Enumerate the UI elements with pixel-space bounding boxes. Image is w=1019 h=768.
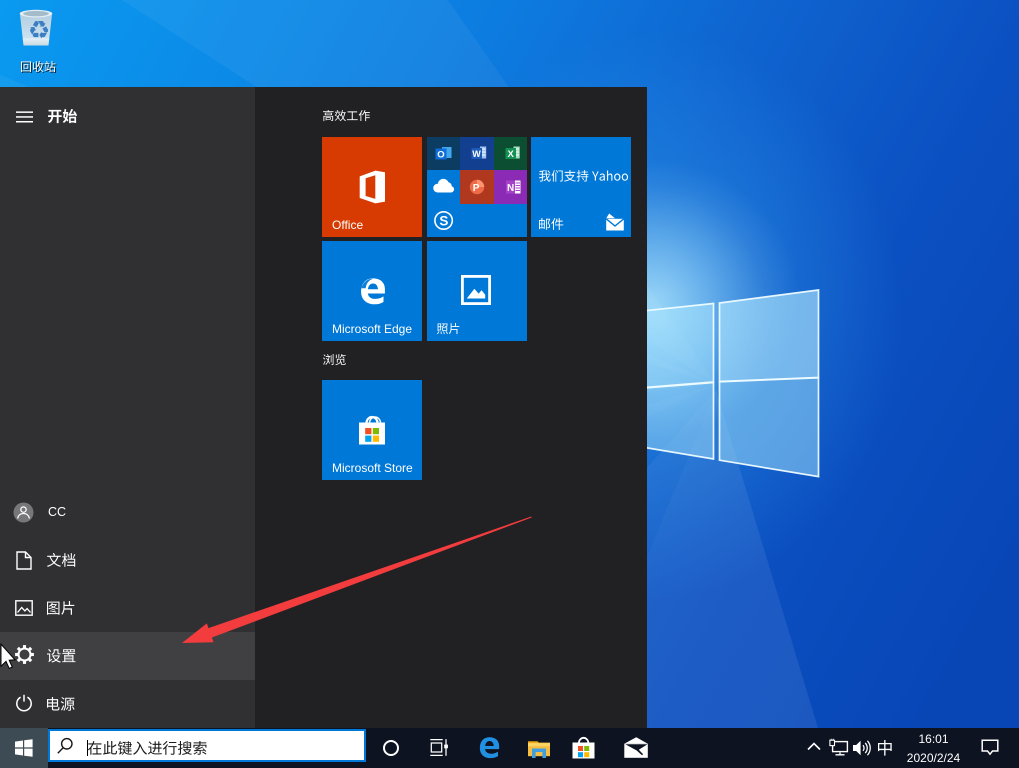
svg-text:P: P bbox=[473, 183, 480, 194]
svg-text:W: W bbox=[472, 149, 481, 159]
svg-text:N: N bbox=[507, 183, 514, 194]
svg-text:O: O bbox=[437, 150, 444, 161]
svg-text:X: X bbox=[508, 149, 515, 160]
svg-text:S: S bbox=[439, 214, 448, 229]
